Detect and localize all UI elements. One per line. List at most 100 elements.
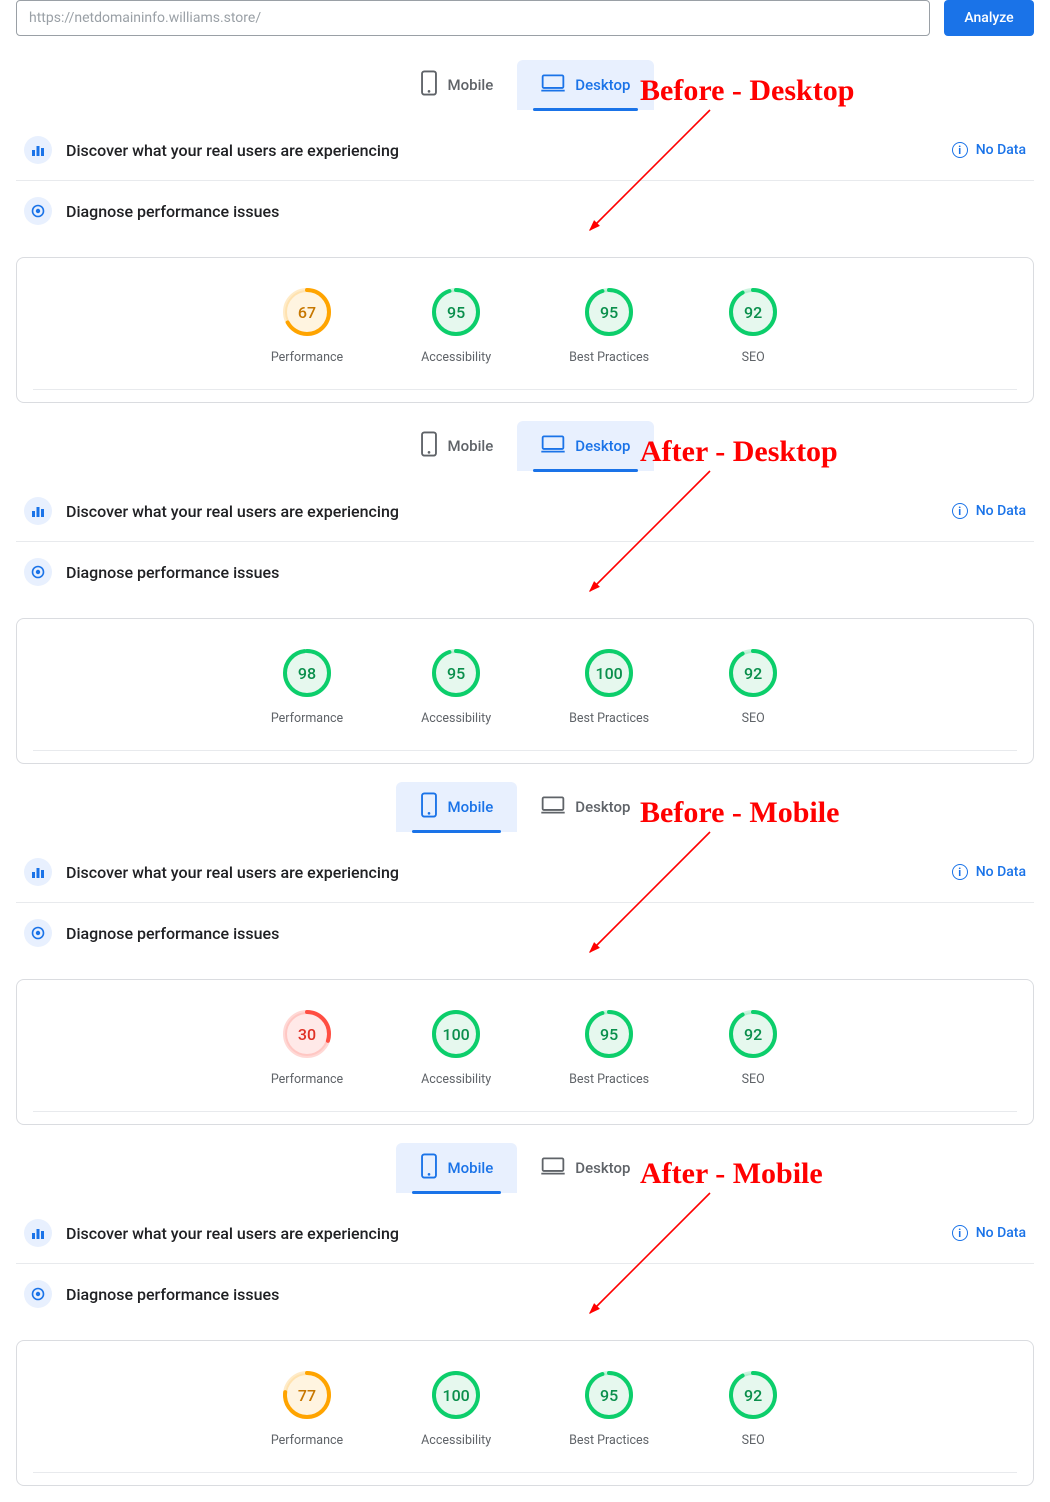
info-icon: i [952,503,968,519]
gauge-label: SEO [742,1072,765,1087]
gauge-label: Accessibility [421,1433,491,1448]
gauge-performance[interactable]: 67 Performance [271,286,343,365]
gauge-card: 30 Performance 100 Accessibility 95 [16,979,1034,1125]
gauge-performance[interactable]: 98 Performance [271,647,343,726]
no-data-link[interactable]: i No Data [952,503,1026,519]
discover-heading: Discover what your real users are experi… [66,1224,952,1243]
gauge-label: Performance [271,711,343,726]
no-data-label: No Data [976,503,1026,519]
mobile-icon [420,792,438,822]
desktop-icon [541,796,565,818]
desktop-icon [541,435,565,457]
bars-icon [24,1219,52,1247]
gauge-label: Performance [271,350,343,365]
gauge-label: SEO [742,350,765,365]
mobile-icon [420,431,438,461]
bars-icon [24,136,52,164]
gauge-accessibility[interactable]: 100 Accessibility [421,1369,491,1448]
tab-mobile-label: Mobile [448,437,494,455]
no-data-label: No Data [976,864,1026,880]
diagnose-heading: Diagnose performance issues [66,563,1026,582]
gauge-best_practices[interactable]: 95 Best Practices [569,1369,649,1448]
target-icon [24,919,52,947]
no-data-label: No Data [976,1225,1026,1241]
gauge-label: Performance [271,1072,343,1087]
tab-mobile[interactable]: Mobile [396,421,518,471]
no-data-link[interactable]: i No Data [952,142,1026,158]
mobile-icon [420,1153,438,1183]
device-tabs: Mobile Desktop [0,60,1050,110]
url-input[interactable]: https://netdomaininfo.williams.store/ [16,0,930,36]
discover-section: Discover what your real users are experi… [16,120,1034,181]
diagnose-heading: Diagnose performance issues [66,202,1026,221]
target-icon [24,558,52,586]
gauge-label: Performance [271,1433,343,1448]
tab-mobile[interactable]: Mobile [396,60,518,110]
diagnose-heading: Diagnose performance issues [66,1285,1026,1304]
info-icon: i [952,142,968,158]
no-data-link[interactable]: i No Data [952,864,1026,880]
diagnose-section: Diagnose performance issues [16,903,1034,963]
desktop-icon [541,1157,565,1179]
discover-section: Discover what your real users are experi… [16,842,1034,903]
gauge-best_practices[interactable]: 95 Best Practices [569,286,649,365]
info-icon: i [952,1225,968,1241]
tab-mobile[interactable]: Mobile [396,1143,518,1193]
gauge-seo[interactable]: 92 SEO [727,1369,779,1448]
no-data-label: No Data [976,142,1026,158]
tab-desktop-label: Desktop [575,1159,630,1177]
diagnose-section: Diagnose performance issues [16,181,1034,241]
gauge-seo[interactable]: 92 SEO [727,647,779,726]
tab-desktop[interactable]: Desktop [517,1143,654,1193]
gauge-card: 67 Performance 95 Accessibility 95 [16,257,1034,403]
discover-heading: Discover what your real users are experi… [66,502,952,521]
discover-heading: Discover what your real users are experi… [66,141,952,160]
device-tabs: Mobile Desktop [0,1143,1050,1193]
gauge-label: Accessibility [421,1072,491,1087]
gauge-label: Best Practices [569,1433,649,1448]
diagnose-heading: Diagnose performance issues [66,924,1026,943]
gauge-label: Accessibility [421,711,491,726]
tab-mobile-label: Mobile [448,1159,494,1177]
gauge-label: Best Practices [569,711,649,726]
tab-desktop[interactable]: Desktop [517,421,654,471]
gauge-label: SEO [742,711,765,726]
gauge-accessibility[interactable]: 100 Accessibility [421,1008,491,1087]
gauge-accessibility[interactable]: 95 Accessibility [421,286,491,365]
gauge-label: Best Practices [569,1072,649,1087]
diagnose-section: Diagnose performance issues [16,542,1034,602]
discover-heading: Discover what your real users are experi… [66,863,952,882]
gauge-seo[interactable]: 92 SEO [727,286,779,365]
bars-icon [24,497,52,525]
device-tabs: Mobile Desktop [0,782,1050,832]
tab-desktop-label: Desktop [575,76,630,94]
no-data-link[interactable]: i No Data [952,1225,1026,1241]
gauge-performance[interactable]: 77 Performance [271,1369,343,1448]
mobile-icon [420,70,438,100]
gauge-best_practices[interactable]: 100 Best Practices [569,647,649,726]
desktop-icon [541,74,565,96]
tab-desktop[interactable]: Desktop [517,782,654,832]
gauge-label: Accessibility [421,350,491,365]
gauge-label: Best Practices [569,350,649,365]
tab-desktop[interactable]: Desktop [517,60,654,110]
gauge-accessibility[interactable]: 95 Accessibility [421,647,491,726]
tab-desktop-label: Desktop [575,798,630,816]
device-tabs: Mobile Desktop [0,421,1050,471]
bars-icon [24,858,52,886]
gauge-card: 77 Performance 100 Accessibility 95 [16,1340,1034,1486]
gauge-best_practices[interactable]: 95 Best Practices [569,1008,649,1087]
discover-section: Discover what your real users are experi… [16,1203,1034,1264]
gauge-label: SEO [742,1433,765,1448]
target-icon [24,1280,52,1308]
tab-mobile[interactable]: Mobile [396,782,518,832]
gauge-card: 98 Performance 95 Accessibility 100 [16,618,1034,764]
tab-mobile-label: Mobile [448,798,494,816]
tab-desktop-label: Desktop [575,437,630,455]
analyze-button[interactable]: Analyze [944,0,1034,36]
info-icon: i [952,864,968,880]
target-icon [24,197,52,225]
gauge-performance[interactable]: 30 Performance [271,1008,343,1087]
gauge-seo[interactable]: 92 SEO [727,1008,779,1087]
diagnose-section: Diagnose performance issues [16,1264,1034,1324]
